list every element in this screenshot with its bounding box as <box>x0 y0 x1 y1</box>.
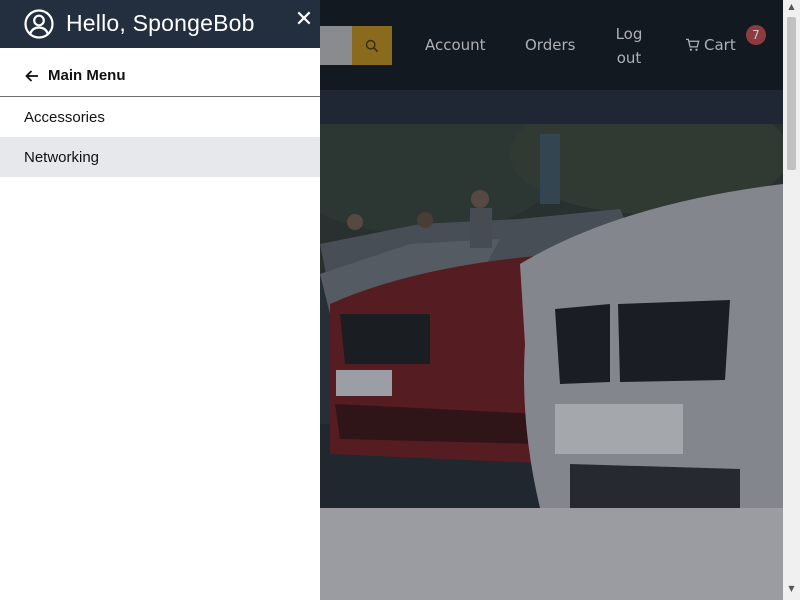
menu-item-label: Accessories <box>24 108 105 126</box>
scrollbar-thumb[interactable] <box>787 17 796 170</box>
side-menu-drawer: Hello, SpongeBob ✕ Main Menu Accessories… <box>0 0 320 600</box>
cart-count-badge: 7 <box>746 25 766 45</box>
orders-link[interactable]: Orders <box>525 36 575 54</box>
menu-item-networking[interactable]: Networking <box>0 137 320 177</box>
menu-item-accessories[interactable]: Accessories <box>0 97 320 137</box>
arrow-left-icon <box>25 70 38 82</box>
menu-item-label: Networking <box>24 148 100 166</box>
cart-label: Cart <box>704 36 736 54</box>
account-link[interactable]: Account <box>425 36 486 54</box>
search-button[interactable] <box>352 26 392 65</box>
cart-link[interactable]: Cart <box>685 36 736 54</box>
user-greeting: Hello, SpongeBob <box>66 10 255 36</box>
logout-link[interactable]: Log out <box>612 22 646 70</box>
back-to-main-menu[interactable]: Main Menu <box>0 56 320 97</box>
drawer-header: Hello, SpongeBob ✕ <box>0 0 320 48</box>
user-avatar-icon <box>24 9 54 39</box>
scroll-up-arrow-icon[interactable]: ▲ <box>787 2 796 11</box>
cart-icon <box>685 38 700 51</box>
scroll-down-arrow-icon[interactable]: ▼ <box>787 584 796 593</box>
close-icon[interactable]: ✕ <box>294 9 314 31</box>
search-icon <box>365 39 379 52</box>
main-menu-label: Main Menu <box>48 67 126 84</box>
